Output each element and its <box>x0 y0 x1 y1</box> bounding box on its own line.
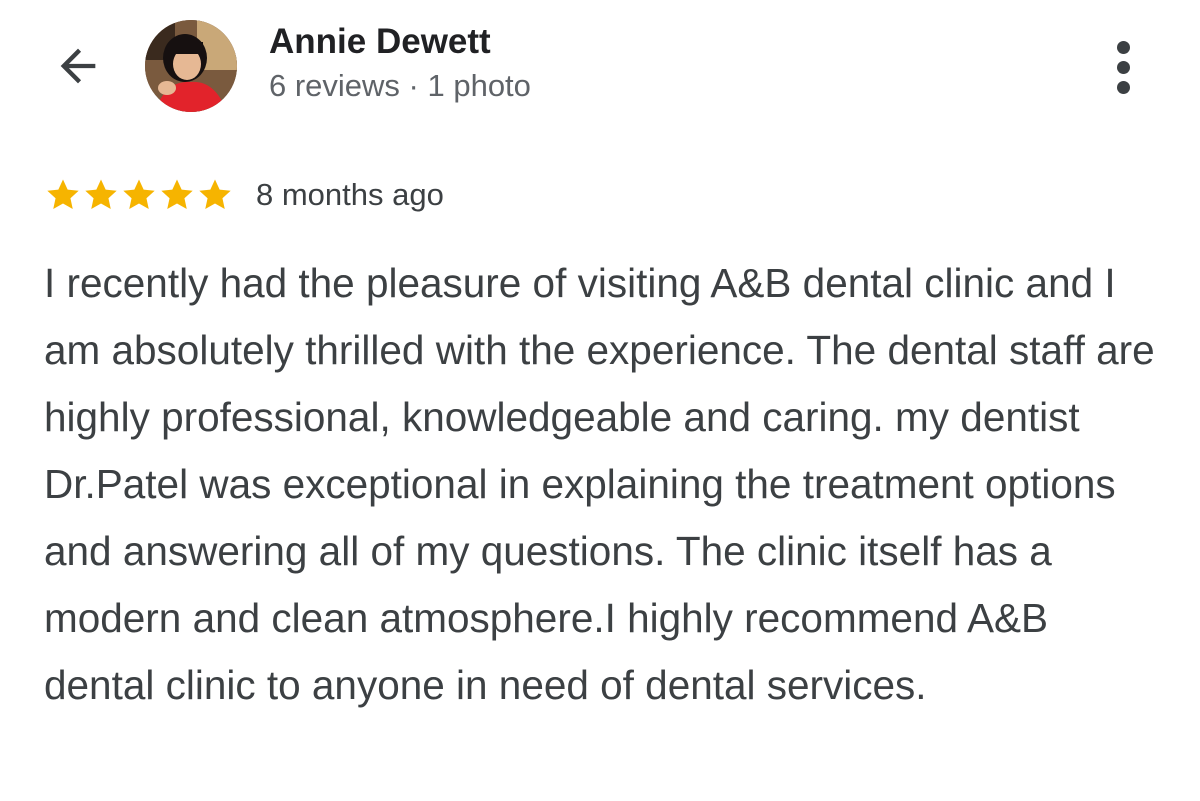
star-icon <box>199 179 231 210</box>
more-vert-icon <box>1116 40 1130 94</box>
arrow-back-icon <box>60 48 96 84</box>
back-button[interactable] <box>46 38 110 94</box>
author-review-stats: 6 reviews · 1 photo <box>269 68 531 103</box>
rating-row: 8 months ago <box>44 172 444 218</box>
review-time: 8 months ago <box>256 177 444 212</box>
profile-photo <box>145 20 237 112</box>
avatar[interactable] <box>145 20 237 112</box>
star-rating <box>44 176 234 214</box>
star-icon <box>47 179 79 210</box>
review-text: I recently had the pleasure of visiting … <box>44 260 1155 708</box>
more-options-button[interactable] <box>1100 36 1146 98</box>
author-name[interactable]: Annie Dewett <box>269 20 491 64</box>
star-icon <box>161 179 193 210</box>
star-icon <box>123 179 155 210</box>
star-icon <box>85 179 117 210</box>
